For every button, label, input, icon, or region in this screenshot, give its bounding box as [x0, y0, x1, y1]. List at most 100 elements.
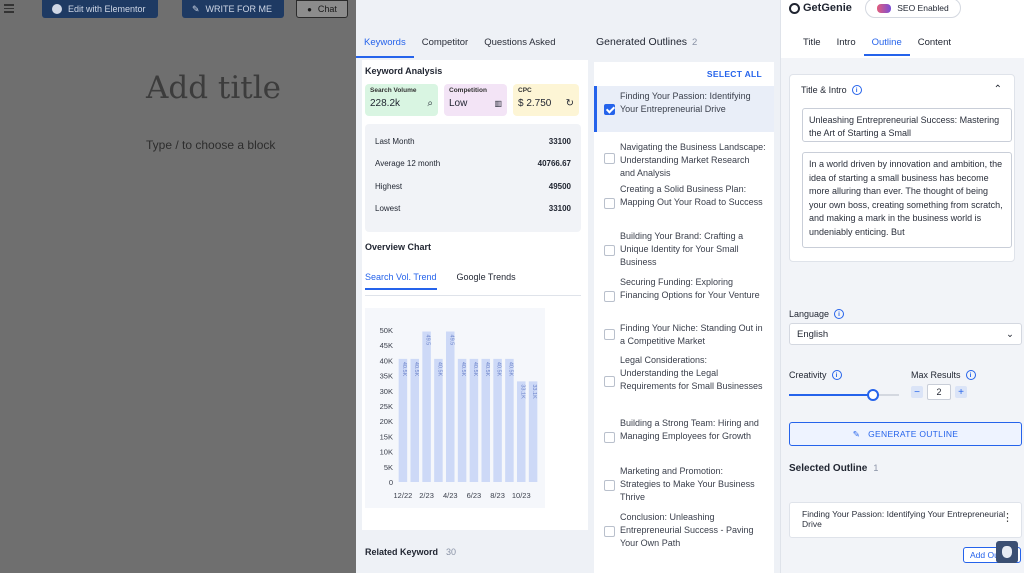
genie-avatar[interactable] — [996, 541, 1018, 563]
stat-label: Last Month — [375, 136, 415, 146]
outline-text: Conclusion: Unleashing Entrepreneurial S… — [620, 512, 754, 548]
seo-enabled-badge[interactable]: SEO Enabled — [865, 0, 961, 18]
info-icon[interactable]: i — [834, 309, 845, 319]
slider-handle[interactable] — [866, 389, 879, 401]
outline-item[interactable]: Securing Funding: Exploring Financing Op… — [594, 273, 774, 318]
chart-bar[interactable] — [434, 358, 443, 482]
increment-button[interactable]: + — [955, 386, 967, 398]
outline-checkbox[interactable] — [604, 376, 615, 387]
chart-bar[interactable] — [457, 358, 467, 482]
selected-outline-count: 1 — [873, 463, 879, 473]
bar-data-label: 49.5 — [425, 335, 431, 346]
generated-outlines-count: 2 — [691, 37, 698, 48]
generate-outline-button[interactable]: ✎ GENERATE OUTLINE — [789, 422, 1022, 446]
outline-text: Building Your Brand: Crafting a Unique I… — [620, 231, 744, 267]
selected-outline-item[interactable]: Finding Your Passion: Identifying Your E… — [789, 502, 1022, 538]
y-tick-label: 0 — [389, 478, 393, 487]
stat-value: 40766.67 — [537, 159, 571, 169]
generate-outline-label: GENERATE OUTLINE — [868, 429, 959, 439]
pencil-icon: ✎ — [192, 3, 200, 14]
outline-item[interactable]: Conclusion: Unleashing Entrepreneurial S… — [594, 508, 774, 553]
bar-data-label: 40.5K — [460, 362, 466, 377]
menu-icon[interactable] — [4, 2, 14, 15]
block-hint[interactable]: Type / to choose a block — [146, 138, 275, 152]
outline-checkbox[interactable] — [604, 526, 615, 537]
outline-checkbox[interactable] — [604, 291, 615, 302]
outline-item[interactable]: Building Your Brand: Crafting a Unique I… — [594, 227, 774, 272]
outline-item[interactable]: Legal Considerations: Understanding the … — [594, 351, 774, 411]
chat-button[interactable]: ● Chat — [296, 0, 348, 18]
stat-label: Highest — [375, 181, 403, 191]
title-field[interactable]: Unleashing Entrepreneurial Success: Mast… — [802, 108, 1012, 142]
search-volume-metric: Search Volume 228.2k ⌕ — [365, 84, 438, 116]
decrement-button[interactable]: − — [911, 386, 923, 398]
tab-google-trends[interactable]: Google Trends — [457, 272, 516, 290]
outline-item[interactable]: Creating a Solid Business Plan: Mapping … — [594, 180, 774, 226]
tab-intro[interactable]: Intro — [829, 30, 864, 56]
edit-with-elementor-button[interactable]: Edit with Elementor — [42, 0, 158, 18]
elementor-label: Edit with Elementor — [68, 4, 146, 14]
related-keyword-heading[interactable]: Related Keyword 30 — [365, 547, 456, 557]
stat-row: Highest 49500 — [375, 175, 571, 198]
outline-checkbox[interactable] — [604, 153, 615, 164]
outline-item[interactable]: Finding Your Niche: Standing Out in a Co… — [594, 319, 774, 349]
outline-text: Finding Your Niche: Standing Out in a Co… — [620, 323, 763, 346]
chart-bar[interactable] — [505, 358, 514, 482]
tab-search-vol-trend[interactable]: Search Vol. Trend — [365, 272, 437, 290]
outline-text: Building a Strong Team: Hiring and Manag… — [620, 418, 759, 441]
intro-field[interactable]: In a world driven by innovation and ambi… — [802, 152, 1012, 248]
bar-data-label: 40.5K — [436, 362, 442, 377]
stat-value: 33100 — [548, 204, 571, 214]
chart-bar[interactable] — [410, 358, 420, 482]
tab-content[interactable]: Content — [910, 30, 959, 56]
stat-row: Last Month 33100 — [375, 130, 571, 153]
y-tick-label: 50K — [380, 326, 393, 335]
x-tick-label: 4/23 — [443, 491, 458, 500]
generated-outlines-heading: Generated Outlines 2 — [596, 36, 697, 48]
tab-competitor[interactable]: Competitor — [414, 28, 476, 58]
title-intro-label: Title & Intro — [801, 85, 847, 95]
outline-item[interactable]: Building a Strong Team: Hiring and Manag… — [594, 414, 774, 460]
chart-bar[interactable] — [481, 358, 491, 482]
creativity-slider[interactable] — [789, 389, 899, 401]
info-icon[interactable]: i — [851, 85, 862, 95]
title-intro-heading: Title & Intro i — [801, 85, 862, 95]
genie-logo-icon — [789, 2, 800, 14]
language-select[interactable]: English ⌄ — [789, 323, 1022, 345]
sidebar-header: GetGenie SEO Enabled Title Intro Outline… — [781, 0, 1024, 58]
y-tick-label: 40K — [380, 356, 393, 365]
outline-item[interactable]: Finding Your Passion: Identifying Your E… — [594, 86, 774, 132]
keyword-analysis-card: Keyword Analysis Search Volume 228.2k ⌕ C… — [362, 60, 588, 573]
chart-bar[interactable] — [422, 331, 431, 482]
tab-keywords[interactable]: Keywords — [356, 28, 414, 58]
outline-checkbox[interactable] — [604, 329, 615, 340]
selected-outline-heading: Selected Outline 1 — [789, 463, 878, 474]
chevron-up-icon[interactable]: ⌃ — [994, 84, 1002, 95]
more-options-icon[interactable]: ⋮ — [1002, 513, 1013, 524]
logo-text: GetGenie — [803, 2, 852, 14]
outline-checkbox[interactable] — [604, 104, 615, 115]
select-all-button[interactable]: SELECT ALL — [707, 69, 762, 79]
metric-value: $ 2.750 — [518, 98, 552, 109]
outline-checkbox[interactable] — [604, 432, 615, 443]
outline-checkbox[interactable] — [604, 245, 615, 256]
max-results-input[interactable]: 2 — [927, 384, 951, 400]
chart-bar[interactable] — [445, 331, 455, 482]
write-for-me-button[interactable]: ✎ WRITE FOR ME — [182, 0, 284, 18]
outline-checkbox[interactable] — [604, 480, 615, 491]
tab-title[interactable]: Title — [795, 30, 829, 56]
chat-icon: ● — [307, 4, 312, 14]
slider-fill — [789, 394, 873, 396]
info-icon[interactable]: i — [831, 370, 842, 380]
bar-data-label: 40.5K — [507, 362, 513, 377]
tab-questions-asked[interactable]: Questions Asked — [476, 28, 563, 58]
post-title-input[interactable]: Add title — [146, 70, 281, 106]
chart-bar[interactable] — [493, 358, 502, 482]
outline-item[interactable]: Marketing and Promotion: Strategies to M… — [594, 462, 774, 507]
chart-bar[interactable] — [469, 358, 479, 482]
outline-item[interactable]: Navigating the Business Landscape: Under… — [594, 138, 774, 178]
chart-bar[interactable] — [398, 358, 408, 482]
outline-checkbox[interactable] — [604, 198, 615, 209]
tab-outline[interactable]: Outline — [863, 30, 910, 56]
info-icon[interactable]: i — [965, 370, 976, 380]
